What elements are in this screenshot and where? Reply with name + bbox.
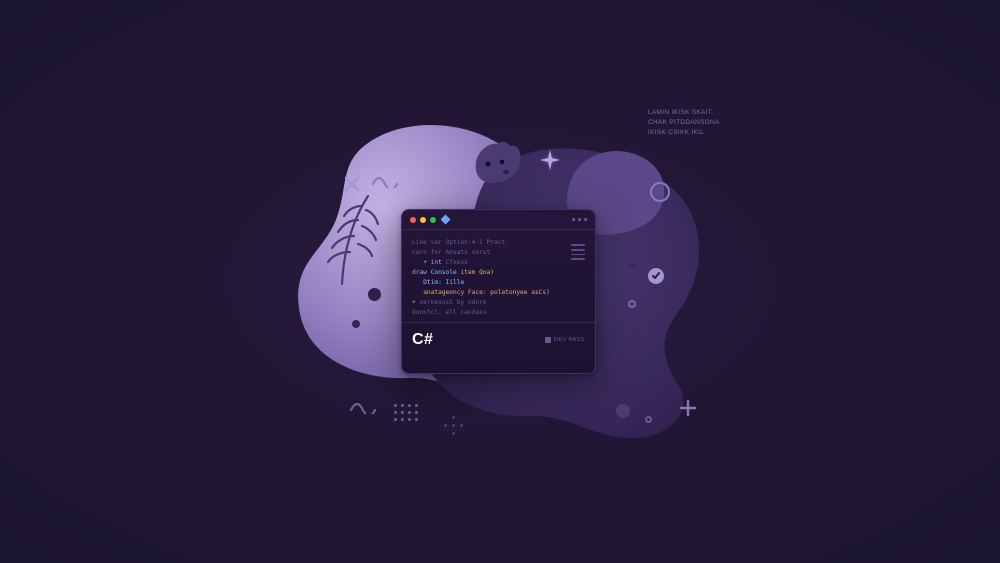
sparkle-icon bbox=[540, 150, 560, 175]
more-dots-icon bbox=[572, 218, 587, 221]
close-icon bbox=[410, 217, 416, 223]
character-head bbox=[466, 142, 526, 192]
plus-icon bbox=[680, 400, 696, 421]
minimize-icon bbox=[420, 217, 426, 223]
wave-icon bbox=[372, 174, 402, 193]
maximize-icon bbox=[430, 217, 436, 223]
dot-icon bbox=[629, 262, 636, 269]
wave-icon-2 bbox=[350, 400, 380, 419]
window-footer: C# DEV PASS bbox=[402, 322, 595, 356]
circle-outline-tiny-icon bbox=[645, 416, 652, 423]
dot-large-icon bbox=[616, 404, 630, 418]
code-window: Line var Option:4-1 Pract. carn for Ansa… bbox=[401, 209, 596, 374]
code-area: Line var Option:4-1 Pract. carn for Ansa… bbox=[402, 230, 595, 322]
traffic-lights bbox=[410, 217, 436, 223]
footer-label: DEV PASS bbox=[545, 337, 585, 343]
language-badge: C# bbox=[412, 331, 433, 349]
diamond-icon bbox=[441, 215, 451, 225]
circle-outline-small-icon bbox=[628, 300, 636, 308]
window-titlebar bbox=[402, 210, 595, 230]
footer-icon bbox=[545, 337, 551, 343]
circle-outline-icon bbox=[650, 182, 670, 202]
dot-cluster-icon bbox=[444, 416, 463, 435]
check-badge-icon bbox=[648, 268, 664, 284]
dot-dark-small-icon bbox=[352, 320, 360, 328]
leaf-branch-icon bbox=[314, 190, 384, 295]
dot-dark-icon bbox=[368, 288, 381, 301]
dot-grid-icon bbox=[394, 404, 418, 421]
hamburger-icon bbox=[571, 244, 585, 260]
caption-text: LAMIN IKISK SKAIT. CHAK PITDDANSONA IKIS… bbox=[648, 108, 720, 138]
cross-icon bbox=[344, 176, 360, 197]
illustration-stage: Line var Option:4-1 Pract. carn for Ansa… bbox=[0, 0, 1000, 563]
